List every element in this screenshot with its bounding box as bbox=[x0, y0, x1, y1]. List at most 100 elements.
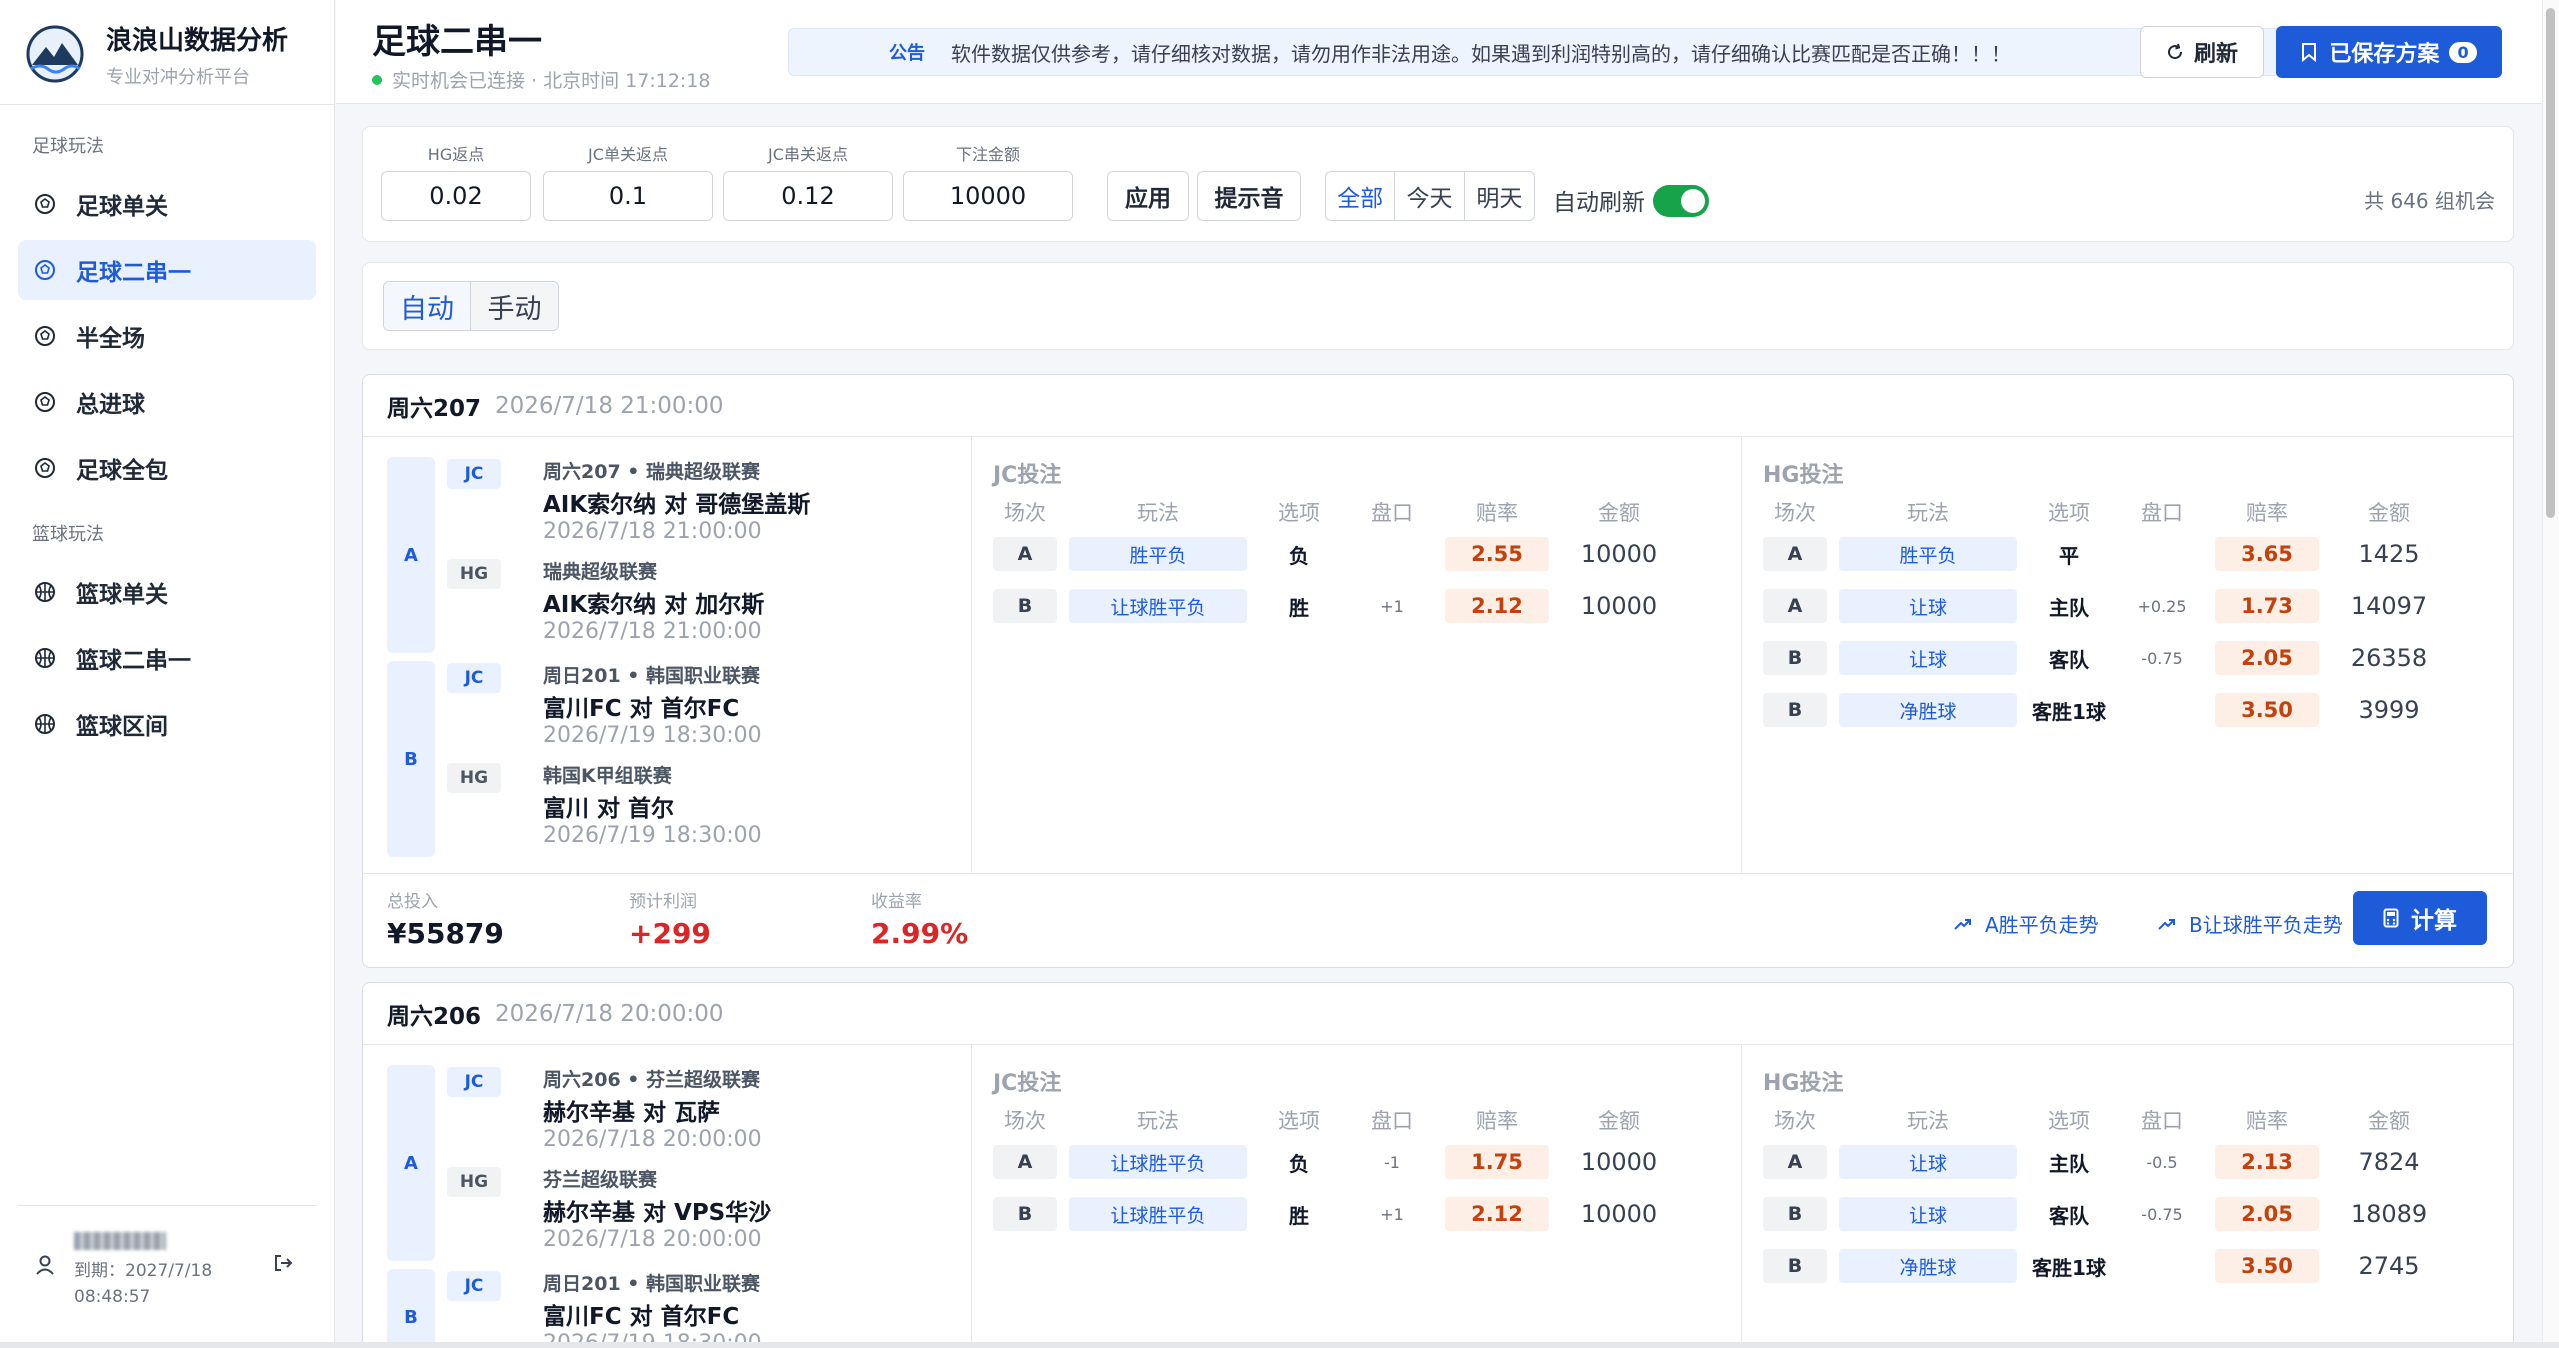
sound-button[interactable]: 提示音 bbox=[1197, 171, 1301, 221]
sidebar-group-football: 足球玩法 bbox=[32, 136, 104, 157]
jc-multi-rebate-input[interactable]: 0.12 bbox=[723, 171, 893, 221]
hg-row-amount: 26358 bbox=[2350, 644, 2428, 672]
tab-auto[interactable]: 自动 bbox=[384, 282, 471, 330]
match-teams: 赫尔辛基 对 VPS华沙 bbox=[543, 1200, 772, 1226]
trend-b-link[interactable]: B让球胜平负走势 bbox=[2157, 909, 2343, 938]
hg-row-play[interactable]: 胜平负 bbox=[1839, 537, 2017, 571]
hg-row-odds[interactable]: 3.65 bbox=[2215, 537, 2319, 571]
brand-subtitle: 专业对冲分析平台 bbox=[106, 66, 250, 88]
jc-single-rebate-input[interactable]: 0.1 bbox=[543, 171, 713, 221]
stake-label: 下注金额 bbox=[955, 145, 1020, 164]
jc-row-odds[interactable]: 1.75 bbox=[1445, 1145, 1549, 1179]
jc-row-option: 胜 bbox=[1289, 595, 1309, 620]
trend-a-link[interactable]: A胜平负走势 bbox=[1953, 909, 2099, 938]
logout-icon[interactable] bbox=[272, 1252, 294, 1274]
card-header: 周六207 2026/7/18 21:00:00 bbox=[363, 375, 2513, 437]
basketball-icon bbox=[34, 647, 56, 669]
match-teams: AIK索尔纳 对 加尔斯 bbox=[543, 592, 765, 618]
match-league: 芬兰超级联赛 bbox=[543, 1169, 658, 1191]
match-league: 周日201 • 韩国职业联赛 bbox=[543, 1273, 761, 1295]
hg-row-odds[interactable]: 3.50 bbox=[2215, 693, 2319, 727]
football-icon bbox=[34, 325, 56, 347]
mode-panel: 自动 手动 bbox=[362, 262, 2514, 350]
hg-row-play[interactable]: 净胜球 bbox=[1839, 693, 2017, 727]
sidebar-item-football-0[interactable]: 足球单关 bbox=[18, 174, 316, 234]
jc-row-play[interactable]: 胜平负 bbox=[1069, 537, 1247, 571]
hg-row-play[interactable]: 净胜球 bbox=[1839, 1249, 2017, 1283]
hg-rebate-input[interactable]: 0.02 bbox=[381, 171, 531, 221]
hg-row-play[interactable]: 让球 bbox=[1839, 1145, 2017, 1179]
hg-row-odds[interactable]: 2.05 bbox=[2215, 641, 2319, 675]
horizontal-scrollbar[interactable] bbox=[0, 1342, 2559, 1348]
jc-col-header: 赔率 bbox=[1476, 501, 1518, 525]
source-tag: JC bbox=[447, 1271, 501, 1301]
hg-row-play[interactable]: 让球 bbox=[1839, 589, 2017, 623]
hg-row-odds[interactable]: 2.05 bbox=[2215, 1197, 2319, 1231]
jc-row-play[interactable]: 让球胜平负 bbox=[1069, 1145, 1247, 1179]
jc-row-play[interactable]: 让球胜平负 bbox=[1069, 1197, 1247, 1231]
user-panel: 到期：2027/7/18 08:48:57 bbox=[34, 1228, 304, 1308]
hg-row-play[interactable]: 让球 bbox=[1839, 1197, 2017, 1231]
hg-row-odds[interactable]: 2.13 bbox=[2215, 1145, 2319, 1179]
jc-table-title: JC投注 bbox=[993, 1071, 1062, 1096]
sidebar-item-basketball-1[interactable]: 篮球二串一 bbox=[18, 628, 316, 688]
sidebar-item-basketball-2[interactable]: 篮球区间 bbox=[18, 694, 316, 754]
apply-button[interactable]: 应用 bbox=[1107, 171, 1189, 221]
hg-row-field: B bbox=[1763, 1197, 1827, 1231]
sidebar-item-football-2[interactable]: 半全场 bbox=[18, 306, 316, 366]
hg-row-amount: 3999 bbox=[2358, 696, 2420, 724]
basketball-icon bbox=[34, 581, 56, 603]
hg-row-line bbox=[2119, 693, 2205, 727]
yield-rate-label: 收益率 bbox=[871, 892, 922, 912]
sidebar-item-football-3[interactable]: 总进球 bbox=[18, 372, 316, 432]
hg-col-header: 盘口 bbox=[2141, 501, 2183, 525]
hg-row-option: 客胜1球 bbox=[2032, 1255, 2106, 1280]
hg-row-play[interactable]: 让球 bbox=[1839, 641, 2017, 675]
scrollbar-thumb[interactable] bbox=[2546, 8, 2555, 518]
filter-today[interactable]: 今天 bbox=[1395, 172, 1465, 220]
stake-input[interactable]: 10000 bbox=[903, 171, 1073, 221]
sidebar-item-basketball-0[interactable]: 篮球单关 bbox=[18, 562, 316, 622]
sidebar-item-football-4[interactable]: 足球全包 bbox=[18, 438, 316, 498]
match-time: 2026/7/18 21:00:00 bbox=[543, 519, 762, 544]
jc-row-amount: 10000 bbox=[1580, 592, 1658, 620]
filter-tomorrow[interactable]: 明天 bbox=[1465, 172, 1534, 220]
auto-refresh-toggle[interactable] bbox=[1653, 185, 1709, 217]
refresh-button[interactable]: 刷新 bbox=[2140, 26, 2264, 78]
hg-col-header: 场次 bbox=[1774, 501, 1816, 525]
tab-manual[interactable]: 手动 bbox=[471, 282, 558, 330]
jc-col-header: 场次 bbox=[1004, 1109, 1046, 1133]
sidebar-item-label: 足球二串一 bbox=[76, 260, 191, 286]
hg-table-title: HG投注 bbox=[1763, 1071, 1844, 1096]
username-blurred bbox=[74, 1232, 166, 1250]
jc-row-field: B bbox=[993, 1197, 1057, 1231]
trend-up-icon bbox=[2157, 916, 2177, 932]
topbar: 足球二串一 实时机会已连接 · 北京时间 17:12:18 公告 软件数据仅供参… bbox=[336, 0, 2542, 104]
hg-row-option: 客队 bbox=[2049, 1203, 2089, 1228]
user-icon bbox=[34, 1254, 56, 1276]
saved-plans-button[interactable]: 已保存方案 0 bbox=[2276, 26, 2502, 78]
hg-row-odds[interactable]: 1.73 bbox=[2215, 589, 2319, 623]
match-league: 周六206 • 芬兰超级联赛 bbox=[543, 1069, 761, 1091]
main-content: 足球二串一 实时机会已连接 · 北京时间 17:12:18 公告 软件数据仅供参… bbox=[336, 0, 2542, 1348]
total-investment-label: 总投入 bbox=[387, 892, 438, 912]
jc-row-odds[interactable]: 2.12 bbox=[1445, 589, 1549, 623]
hg-row-odds[interactable]: 3.50 bbox=[2215, 1249, 2319, 1283]
match-league: 周六207 • 瑞典超级联赛 bbox=[543, 461, 761, 483]
hg-row-option: 客胜1球 bbox=[2032, 699, 2106, 724]
group-label: B bbox=[387, 661, 435, 857]
hg-row-amount: 1425 bbox=[2358, 540, 2420, 568]
jc-col-header: 盘口 bbox=[1371, 1109, 1413, 1133]
saved-plans-label: 已保存方案 bbox=[2329, 42, 2440, 67]
jc-row-play[interactable]: 让球胜平负 bbox=[1069, 589, 1247, 623]
jc-row-line: +1 bbox=[1380, 1204, 1404, 1224]
card-match-time: 2026/7/18 21:00:00 bbox=[495, 392, 724, 419]
filter-all[interactable]: 全部 bbox=[1326, 172, 1396, 220]
jc-row-odds[interactable]: 2.12 bbox=[1445, 1197, 1549, 1231]
brand[interactable]: 浪浪山数据分析 专业对冲分析平台 bbox=[26, 22, 288, 88]
sidebar-item-football-1[interactable]: 足球二串一 bbox=[18, 240, 316, 300]
divider bbox=[363, 873, 2513, 874]
jc-row-odds[interactable]: 2.55 bbox=[1445, 537, 1549, 571]
hg-row-amount: 18089 bbox=[2350, 1200, 2428, 1228]
calculate-button[interactable]: 计算 bbox=[2353, 891, 2487, 945]
